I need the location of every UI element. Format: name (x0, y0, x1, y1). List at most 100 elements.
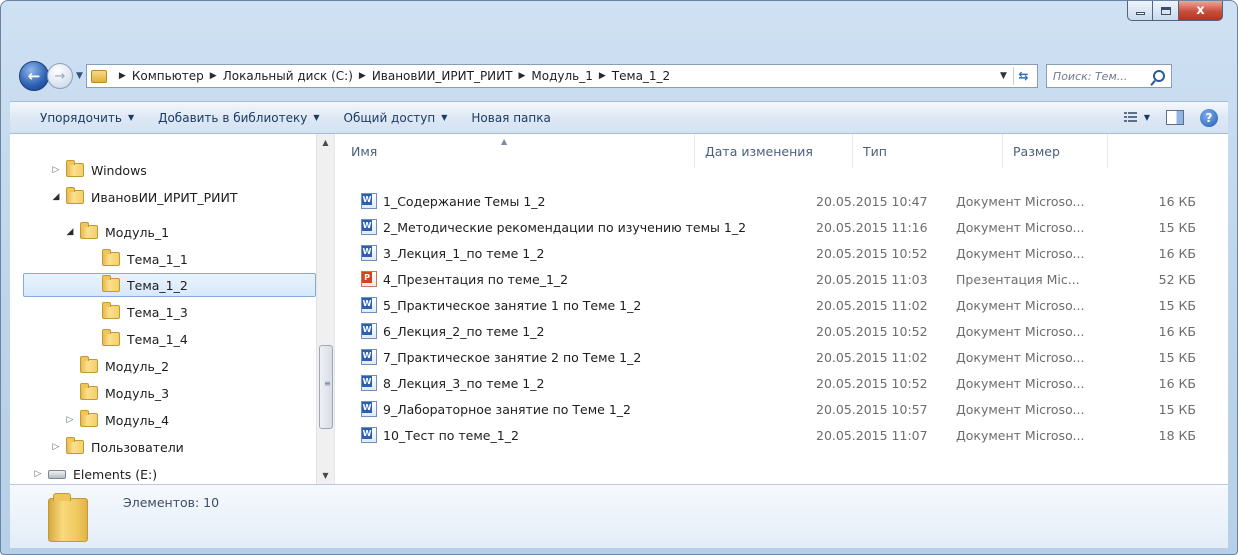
back-button[interactable]: ← (19, 61, 49, 91)
search-input[interactable]: Поиск: Тем... (1045, 64, 1172, 88)
file-name: 4_Презентация по теме_1_2 (383, 271, 569, 287)
file-row[interactable]: 8_Лекция_3_по теме 1_2 20.05.2015 10:52 До… (361, 370, 1216, 396)
file-name: 1_Содержание Темы 1_2 (383, 193, 546, 209)
file-row[interactable]: 5_Практическое занятие 1 по Теме 1_2 20.0… (361, 292, 1216, 318)
column-header-type[interactable]: Тип (853, 134, 1003, 168)
file-row[interactable]: 6_Лекция_2_по теме 1_2 20.05.2015 10:52 До… (361, 318, 1216, 344)
tree-item[interactable]: Модуль_3 (64, 381, 169, 405)
tree-item[interactable]: Тема_1_2 (23, 273, 316, 297)
file-size: 16 КБ (1158, 323, 1196, 339)
minimize-icon (1135, 12, 1145, 15)
tree-item-label: ИвановИИ_ИРИТ_РИИТ (91, 189, 238, 205)
tree-item[interactable]: Модуль_2 (64, 354, 169, 378)
scroll-up-arrow[interactable]: ▲ (317, 134, 334, 151)
maximize-icon (1160, 6, 1171, 15)
maximize-button[interactable] (1153, 1, 1179, 21)
tree-item[interactable]: Тема_1_4 (86, 327, 188, 351)
scroll-down-arrow[interactable]: ▼ (317, 467, 334, 484)
file-size: 16 КБ (1158, 193, 1196, 209)
expand-toggle-icon[interactable]: ▷ (50, 442, 62, 452)
breadcrumb-separator[interactable]: ▶ (518, 71, 525, 81)
recent-pages-dropdown[interactable]: ▼ (76, 71, 83, 81)
file-row[interactable]: 1_Содержание Темы 1_2 20.05.2015 10:47 Док… (361, 188, 1216, 214)
chevron-down-icon: ▼ (1143, 113, 1150, 122)
file-name: 7_Практическое занятие 2 по Теме 1_2 (383, 349, 642, 365)
file-type: Документ Microso... (956, 427, 1085, 443)
refresh-button[interactable]: ⇆ (1012, 67, 1033, 85)
expand-toggle-icon[interactable]: ▷ (50, 165, 62, 175)
tree-item[interactable]: ▷ Пользователи (50, 435, 184, 459)
breadcrumb-user-folder[interactable]: ИвановИИ_ИРИТ_РИИТ (372, 69, 513, 83)
expand-toggle-icon[interactable]: ▷ (32, 469, 44, 479)
file-type: Документ Microso... (956, 297, 1085, 313)
change-view-button[interactable]: ▼ (1123, 112, 1150, 123)
arrow-left-icon: ← (27, 67, 41, 85)
organize-button[interactable]: Упорядочить ▼ (10, 102, 146, 133)
window-caption-buttons: x (1127, 1, 1223, 21)
tree-item[interactable]: Тема_1_3 (86, 300, 188, 324)
file-type: Презентация Mic... (956, 271, 1080, 287)
preview-pane-button[interactable] (1166, 110, 1184, 125)
file-size: 18 КБ (1158, 427, 1196, 443)
add-to-library-button[interactable]: Добавить в библиотеку ▼ (146, 102, 331, 133)
breadcrumb-computer[interactable]: Компьютер (132, 69, 204, 83)
tree-item-label: Модуль_2 (105, 358, 170, 374)
folder-icon (80, 383, 98, 400)
search-icon[interactable] (1152, 70, 1165, 82)
column-header-date[interactable]: Дата изменения (695, 134, 853, 168)
close-button[interactable]: x (1179, 1, 1223, 21)
file-name-cell: 8_Лекция_3_по теме 1_2 (361, 375, 816, 391)
address-bar[interactable]: ▶ Компьютер ▶ Локальный диск (C:) ▶ Иван… (85, 64, 1038, 88)
tree-item[interactable]: ◢ ИвановИИ_ИРИТ_РИИТ (50, 185, 238, 209)
column-header-name[interactable]: Имя ▲ (341, 134, 695, 168)
powerpoint-file-icon (361, 271, 377, 287)
minimize-button[interactable] (1127, 1, 1153, 21)
word-document-icon (361, 375, 377, 391)
address-history-dropdown[interactable]: ▼ (1000, 71, 1007, 81)
tree-item-label: Модуль_4 (105, 412, 170, 428)
forward-button[interactable]: → (47, 63, 73, 89)
column-size-label: Размер (1013, 143, 1060, 159)
file-row[interactable]: 7_Практическое занятие 2 по Теме 1_2 20.0… (361, 344, 1216, 370)
file-row[interactable]: 10_Тест по теме_1_2 20.05.2015 11:07 Докум… (361, 422, 1216, 448)
file-date: 20.05.2015 10:52 (816, 323, 928, 339)
tree-item[interactable]: ▷ Модуль_4 (64, 408, 169, 432)
tree-item[interactable]: ◢ Модуль_1 (64, 220, 169, 244)
file-name: 10_Тест по теме_1_2 (383, 427, 519, 443)
breadcrumb-separator[interactable]: ▶ (359, 71, 366, 81)
tree-item[interactable]: Тема_1_1 (86, 247, 188, 271)
breadcrumb-topic[interactable]: Тема_1_2 (612, 69, 670, 83)
tree-item[interactable]: ▷ Windows (50, 158, 147, 182)
breadcrumb-local-disk[interactable]: Локальный диск (C:) (223, 69, 353, 83)
command-bar: Упорядочить ▼ Добавить в библиотеку ▼ Общи… (10, 101, 1228, 134)
expand-toggle-icon[interactable]: ◢ (64, 227, 76, 237)
new-folder-button[interactable]: Новая папка (459, 102, 562, 133)
file-name-cell: 5_Практическое занятие 1 по Теме 1_2 (361, 297, 816, 313)
help-button[interactable]: ? (1200, 108, 1218, 127)
file-name-cell: 6_Лекция_2_по теме 1_2 (361, 323, 816, 339)
share-button[interactable]: Общий доступ ▼ (332, 102, 460, 133)
file-row[interactable]: 4_Презентация по теме_1_2 20.05.2015 11:0… (361, 266, 1216, 292)
file-date: 20.05.2015 11:02 (816, 349, 928, 365)
column-header-size[interactable]: Размер (1003, 134, 1108, 168)
folder-icon (102, 329, 120, 346)
breadcrumb-module[interactable]: Модуль_1 (531, 69, 592, 83)
expand-toggle-icon[interactable]: ◢ (50, 192, 62, 202)
breadcrumb-separator[interactable]: ▶ (210, 71, 217, 81)
column-name-label: Имя (351, 143, 378, 159)
expand-toggle-icon[interactable]: ▷ (64, 415, 76, 425)
share-label: Общий доступ (343, 110, 436, 125)
file-row[interactable]: 2_Методические рекомендации по изучению … (361, 214, 1216, 240)
tree-item[interactable]: ▷ Elements (E:) (32, 462, 158, 484)
command-bar-right: ▼ ? (1123, 102, 1218, 133)
sort-ascending-icon: ▲ (501, 137, 508, 146)
file-row[interactable]: 9_Лабораторное занятие по Теме 1_2 20.05.… (361, 396, 1216, 422)
breadcrumb-separator[interactable]: ▶ (599, 71, 606, 81)
file-row[interactable]: 3_Лекция_1_по теме 1_2 20.05.2015 10:52 До… (361, 240, 1216, 266)
scroll-thumb[interactable]: ≡ (319, 345, 333, 429)
nav-scrollbar[interactable]: ▲ ≡ ▼ (316, 134, 334, 484)
word-document-icon (361, 349, 377, 365)
file-name: 9_Лабораторное занятие по Теме 1_2 (383, 401, 631, 417)
address-controls: ▼ ⇆ (1000, 67, 1033, 85)
breadcrumb-separator[interactable]: ▶ (119, 71, 126, 81)
